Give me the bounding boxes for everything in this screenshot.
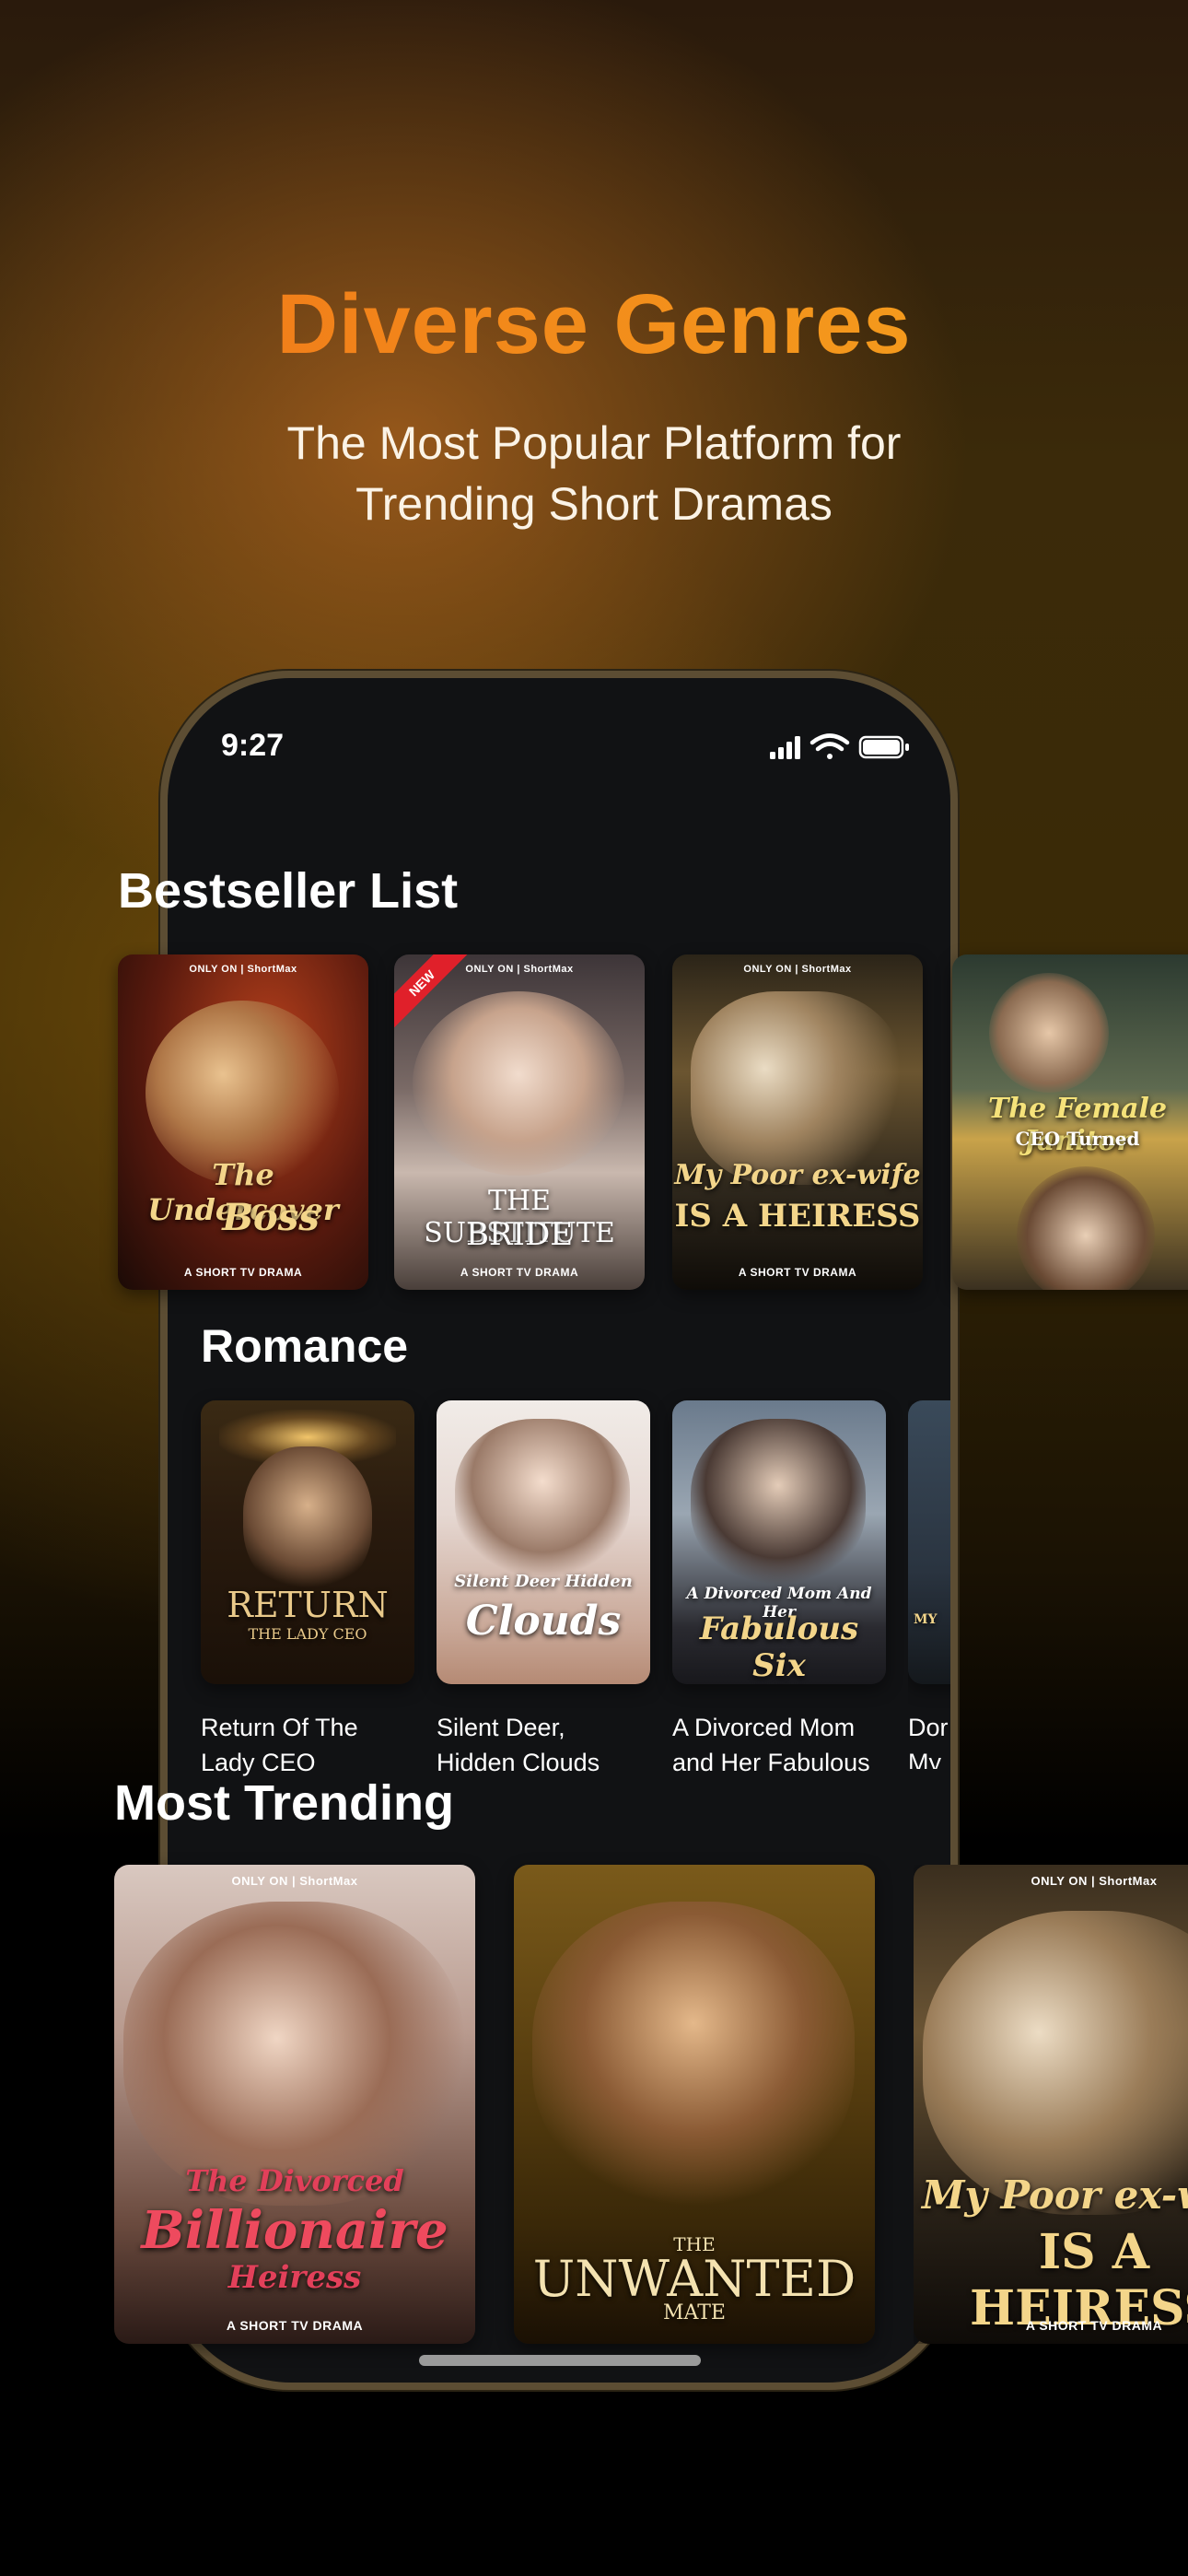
poster-title-line2: Boss (222, 1196, 320, 1239)
poster-couple-art (243, 1446, 372, 1594)
romance-card-label[interactable]: A Divorced Mom and Her Fabulous (672, 1710, 884, 1780)
hero-subtitle: The Most Popular Platform for Trending S… (0, 413, 1188, 534)
poster-title-line3: Heiress (227, 2259, 362, 2296)
romance-card-label-line1: A Divorced Mom (672, 1714, 856, 1741)
trending-card-poor-ex-wife[interactable]: ONLY ON | ShortMax My Poor ex-wife IS A … (914, 1865, 1188, 2344)
bestseller-card-substitute-bride[interactable]: NEW ONLY ON | ShortMax THE SUBSTITUTE BR… (394, 954, 645, 1290)
trending-card-divorced-billionaire[interactable]: ONLY ON | ShortMax The Divorced Billiona… (114, 1865, 475, 2344)
poster-platform-badge: ONLY ON | ShortMax (743, 964, 852, 975)
hero-subtitle-line1: The Most Popular Platform for (286, 417, 902, 469)
romance-card-label-line2: and Her Fabulous (672, 1749, 870, 1776)
poster-tagline: A SHORT TV DRAMA (226, 2318, 364, 2333)
section-title-bestseller: Bestseller List (118, 863, 459, 919)
poster-title-line2: UNWANTED (532, 2250, 856, 2308)
poster-title-line1: Silent Deer Hidden (454, 1572, 633, 1591)
poster-couple-art (691, 991, 903, 1185)
poster-title-line1: My Poor ex-wife (674, 1159, 921, 1191)
romance-card-return-lady-ceo[interactable]: RETURN THE LADY CEO (201, 1400, 414, 1684)
bestseller-card-female-janitor[interactable]: The Female Janitor CEO Turned (952, 954, 1188, 1290)
romance-card-label[interactable]: Silent Deer, Hidden Clouds (437, 1710, 648, 1780)
poster-title-line3: MATE (663, 2301, 726, 2324)
romance-card-clip: MY Dor My I (908, 1400, 950, 1769)
poster-tagline: A SHORT TV DRAMA (738, 1266, 857, 1279)
wifi-icon (809, 733, 850, 759)
poster-tagline: A SHORT TV DRAMA (1025, 2318, 1163, 2333)
poster-title-line2: Clouds (465, 1598, 622, 1645)
trending-card-unwanted-mate[interactable]: THE UNWANTED MATE (514, 1865, 875, 2344)
poster-title-line1: The Divorced (185, 2163, 404, 2198)
poster-tagline: A SHORT TV DRAMA (183, 1266, 303, 1279)
poster-title-line2: Billionaire (141, 2200, 448, 2261)
romance-card-label-line1: Silent Deer, (437, 1714, 565, 1741)
romance-card-silent-deer[interactable]: Silent Deer Hidden Clouds (437, 1400, 650, 1684)
romance-card-label-line1: Dor (908, 1714, 949, 1741)
poster-couple-art (923, 1911, 1188, 2215)
section-title-romance: Romance (201, 1320, 409, 1372)
poster-face-art (1017, 1166, 1155, 1290)
poster-title-line2: THE LADY CEO (248, 1625, 367, 1643)
poster-platform-badge: ONLY ON | ShortMax (189, 964, 297, 975)
poster-title-line2: IS A HEIRESS (674, 1198, 921, 1235)
romance-card-label-line2: My I (908, 1749, 950, 1769)
poster-platform-badge: ONLY ON | ShortMax (1031, 1874, 1158, 1888)
poster-title-line1: My Poor ex-wife (921, 2172, 1188, 2218)
poster-face-art (989, 973, 1109, 1093)
battery-icon (858, 735, 909, 759)
poster-title-line2: MY (914, 1612, 938, 1627)
bestseller-card-poor-ex-wife[interactable]: ONLY ON | ShortMax My Poor ex-wife IS A … (672, 954, 923, 1290)
romance-card-label[interactable]: Dor My I (908, 1710, 950, 1769)
bestseller-card-undercover-boss[interactable]: ONLY ON | ShortMax The Undercover Boss A… (118, 954, 368, 1290)
status-time: 9:27 (221, 728, 285, 763)
poster-title-line2: Fabulous Six (699, 1610, 859, 1684)
poster-title-line2: CEO Turned (1015, 1128, 1140, 1150)
romance-card-label-line1: Return Of The (201, 1714, 358, 1741)
poster-couple-art (532, 1902, 855, 2206)
romance-card-label-line2: Hidden Clouds (437, 1749, 600, 1776)
romance-card-partial[interactable]: MY (908, 1400, 950, 1684)
poster-tagline: A SHORT TV DRAMA (460, 1266, 579, 1279)
hero-title: Diverse Genres (0, 276, 1188, 373)
cellular-signal-icon (770, 736, 800, 759)
poster-platform-badge: ONLY ON | ShortMax (231, 1874, 358, 1888)
status-icons (770, 733, 909, 759)
poster-couple-art (691, 1419, 866, 1585)
poster-couple-art (123, 1902, 464, 2206)
poster-title-line1: RETURN (227, 1585, 389, 1625)
poster-platform-badge: ONLY ON | ShortMax (465, 964, 574, 975)
poster-couple-art (413, 991, 624, 1176)
hero-subtitle-line2: Trending Short Dramas (355, 478, 833, 530)
romance-card-divorced-mom[interactable]: A Divorced Mom And Her Fabulous Six (672, 1400, 886, 1684)
poster-title-line2: BRIDE (465, 1216, 574, 1253)
trending-card-clip: ONLY ON | ShortMax My Poor ex-wife IS A … (914, 1865, 1188, 2344)
section-title-trending: Most Trending (114, 1775, 454, 1831)
poster-couple-art (455, 1419, 630, 1575)
romance-card-label[interactable]: Return Of The Lady CEO (201, 1710, 413, 1780)
home-indicator[interactable] (419, 2355, 701, 2366)
